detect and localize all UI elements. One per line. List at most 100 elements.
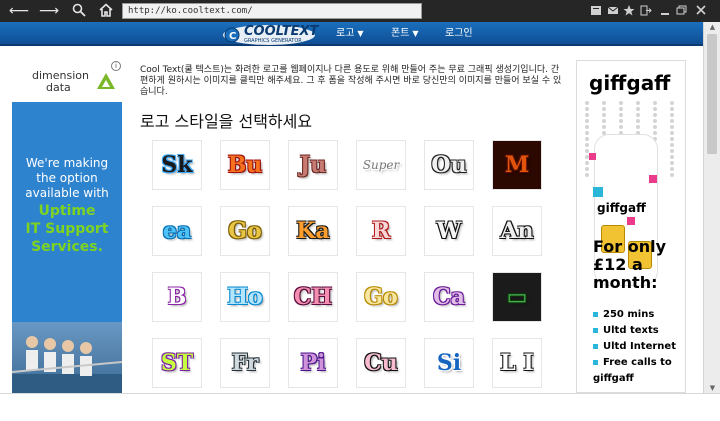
logo-style-preview: Si [425, 339, 473, 387]
decorative-dot [670, 167, 674, 171]
exit-icon[interactable] [640, 4, 652, 17]
logo-style-tile[interactable]: B [152, 272, 202, 322]
back-icon[interactable]: ⟵ [9, 2, 29, 20]
list-item: Ultd Internet [593, 339, 685, 355]
logo-style-preview: Ou [425, 141, 473, 189]
decorative-dot [585, 137, 589, 141]
decorative-dot [670, 137, 674, 141]
dimension-data-logo: dimension data i [12, 60, 122, 102]
logo-style-preview: B [153, 273, 201, 321]
left-advertisement[interactable]: dimension data i We're making the option… [12, 60, 122, 393]
chevron-down-icon: ▼ [357, 29, 364, 38]
menu-font[interactable]: 폰트 ▼ [391, 27, 419, 40]
decorative-dot [585, 173, 589, 177]
decorative-dot [585, 143, 589, 147]
logo-style-preview: Bu [221, 141, 269, 189]
logo-style-tile[interactable]: ea [152, 206, 202, 256]
logo-style-tile[interactable]: Si [424, 338, 474, 388]
offer-list: 250 mins Ultd texts Ultd Internet Free c… [593, 307, 685, 387]
logo-subtext: GRAPHICS GENERATOR [244, 38, 302, 44]
decorative-dot [585, 119, 589, 123]
triangle-logo-icon [97, 73, 115, 89]
decorative-dot [653, 101, 657, 105]
logo-style-tile[interactable]: L I [492, 338, 542, 388]
decorative-dot [636, 113, 640, 117]
logo-style-preview: CH [289, 273, 337, 321]
bookmark-list-icon[interactable] [590, 4, 602, 17]
decorative-dot [670, 119, 674, 123]
logo-style-preview: ST [153, 339, 201, 387]
ad-info-icon[interactable]: i [111, 61, 121, 71]
logo-style-tile[interactable]: ST [152, 338, 202, 388]
star-icon[interactable] [623, 4, 635, 17]
decorative-dot [653, 107, 657, 111]
logo-style-tile[interactable]: ▭ [492, 272, 542, 322]
logo-style-tile[interactable]: Ju [288, 140, 338, 190]
logo-style-tile[interactable]: Cu [356, 338, 406, 388]
logo-style-preview: An [493, 207, 541, 255]
logo-style-preview: Ca [425, 273, 473, 321]
logo-style-preview: Fr [221, 339, 269, 387]
sim-card-label: giffgaff [597, 201, 646, 215]
right-advertisement[interactable]: giffgaff giffgaff For only £12 a month: … [576, 60, 686, 393]
decorative-dot [602, 125, 606, 129]
scrollbar-thumb[interactable] [707, 34, 717, 154]
restore-icon[interactable] [675, 4, 687, 17]
menu-logo[interactable]: 로고 ▼ [336, 27, 364, 40]
decorative-dot [585, 167, 589, 171]
list-item: Ultd texts [593, 323, 685, 339]
scroll-down-icon[interactable]: ▼ [704, 383, 720, 393]
logo-style-tile[interactable]: An [492, 206, 542, 256]
logo-style-tile[interactable]: Bu [220, 140, 270, 190]
logo-style-tile[interactable]: CH [288, 272, 338, 322]
mail-icon[interactable] [607, 4, 619, 17]
cooltext-logo[interactable]: C COOLTEXT GRAPHICS GENERATOR [222, 24, 318, 46]
logo-style-tile[interactable]: Pi [288, 338, 338, 388]
decorative-dot [585, 113, 589, 117]
logo-style-preview: Sk [153, 141, 201, 189]
logo-style-preview: Ho [221, 273, 269, 321]
logo-style-tile[interactable]: Sk [152, 140, 202, 190]
logo-style-tile[interactable]: R [356, 206, 406, 256]
decorative-dot [602, 101, 606, 105]
menu-login[interactable]: 로그인 [445, 27, 473, 40]
decorative-dot [653, 125, 657, 129]
logo-style-tile[interactable]: Super [356, 140, 406, 190]
logo-style-tile[interactable]: W [424, 206, 474, 256]
decorative-dot [653, 119, 657, 123]
decorative-dot [585, 101, 589, 105]
logo-style-tile[interactable]: Ho [220, 272, 270, 322]
logo-style-tile[interactable]: Ca [424, 272, 474, 322]
close-icon[interactable] [695, 4, 707, 17]
decorative-dot [585, 107, 589, 111]
decorative-dot [619, 113, 623, 117]
logo-style-tile[interactable]: Ou [424, 140, 474, 190]
vertical-scrollbar[interactable]: ▲ ▼ [703, 22, 720, 393]
logo-style-preview: Go [221, 207, 269, 255]
decorative-dot [670, 131, 674, 135]
logo-style-tile[interactable]: Go [220, 206, 270, 256]
decorative-dot [636, 125, 640, 129]
decorative-dot [670, 149, 674, 153]
decorative-dot [602, 119, 606, 123]
decorative-dot [670, 161, 674, 165]
minimize-icon[interactable] [659, 4, 671, 17]
svg-text:C: C [229, 31, 236, 42]
logo-style-tile[interactable]: Go [356, 272, 406, 322]
logo-style-preview: ▭ [493, 273, 541, 321]
logo-style-tile[interactable]: M [492, 140, 542, 190]
search-icon[interactable] [70, 2, 88, 20]
rowing-team-photo [12, 322, 122, 393]
chevron-down-icon: ▼ [412, 29, 419, 38]
home-icon[interactable] [97, 2, 115, 20]
forward-icon[interactable]: ⟶ [39, 2, 59, 20]
decorative-dot [619, 125, 623, 129]
logo-style-preview: Cu [357, 339, 405, 387]
decorative-dot [602, 113, 606, 117]
logo-style-preview: W [425, 207, 473, 255]
address-bar[interactable]: http://ko.cooltext.com/ [122, 3, 422, 19]
scroll-up-icon[interactable]: ▲ [704, 22, 720, 32]
decorative-dot [602, 107, 606, 111]
logo-style-tile[interactable]: Ka [288, 206, 338, 256]
logo-style-tile[interactable]: Fr [220, 338, 270, 388]
